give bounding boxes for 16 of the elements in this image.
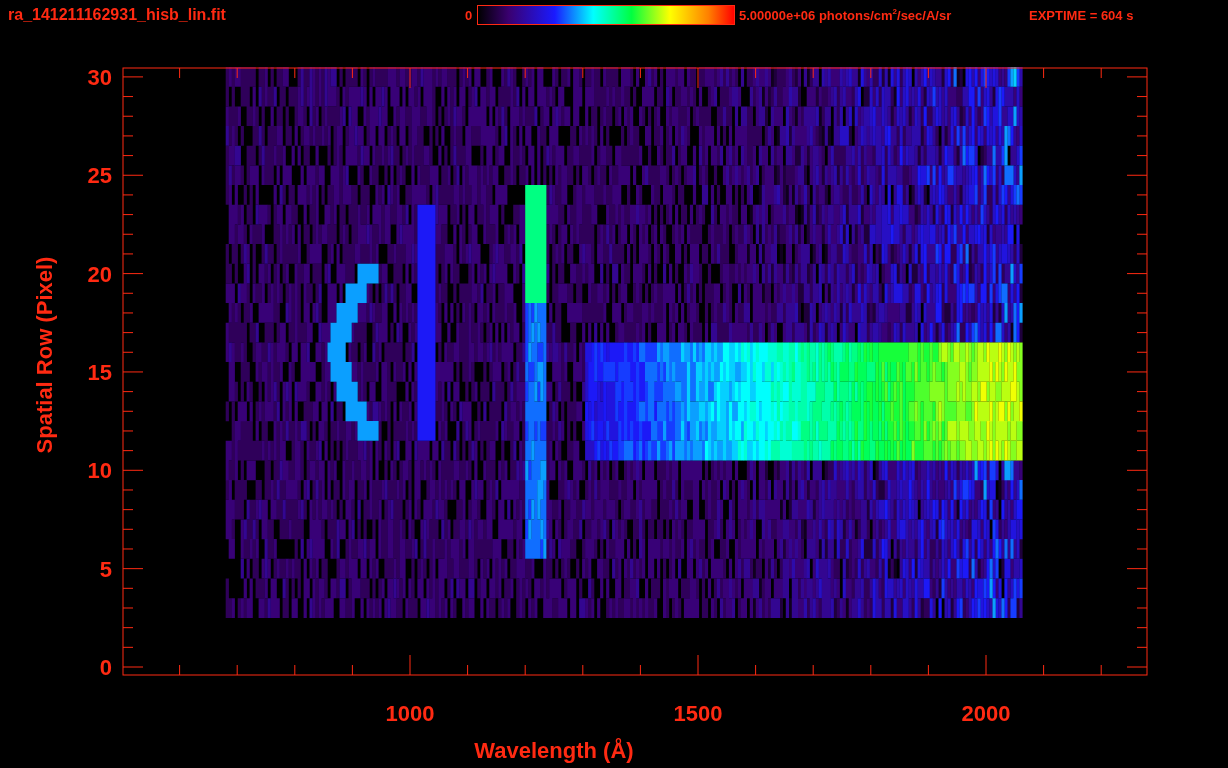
y-axis-label: Spatial Row (Pixel) [32,256,57,454]
y-tick-label: 5 [99,556,112,582]
y-tick-label: 0 [99,655,112,680]
y-tick-label: 20 [87,261,112,287]
colorbar-min-label: 0 [465,7,474,23]
x-tick-label: 1500 [673,701,723,726]
y-tick-label: 25 [87,163,112,189]
x-axis-label: Wavelength (Å) [474,738,634,763]
colorbar-max-label: 5.00000e+06 photons/cm$^{2}$/sec/A/sr [739,7,953,23]
y-tick-label: 10 [87,458,112,484]
exposure-time-label: EXPTIME = 604 s [1029,7,1134,23]
plot-title: ra_141211162931_hisb_lin.fit [7,6,227,24]
y-tick-label: 15 [87,359,112,385]
x-tick-label: 2000 [961,701,1011,726]
x-tick-label: 1000 [385,701,435,726]
y-tick-label: 30 [87,64,112,90]
